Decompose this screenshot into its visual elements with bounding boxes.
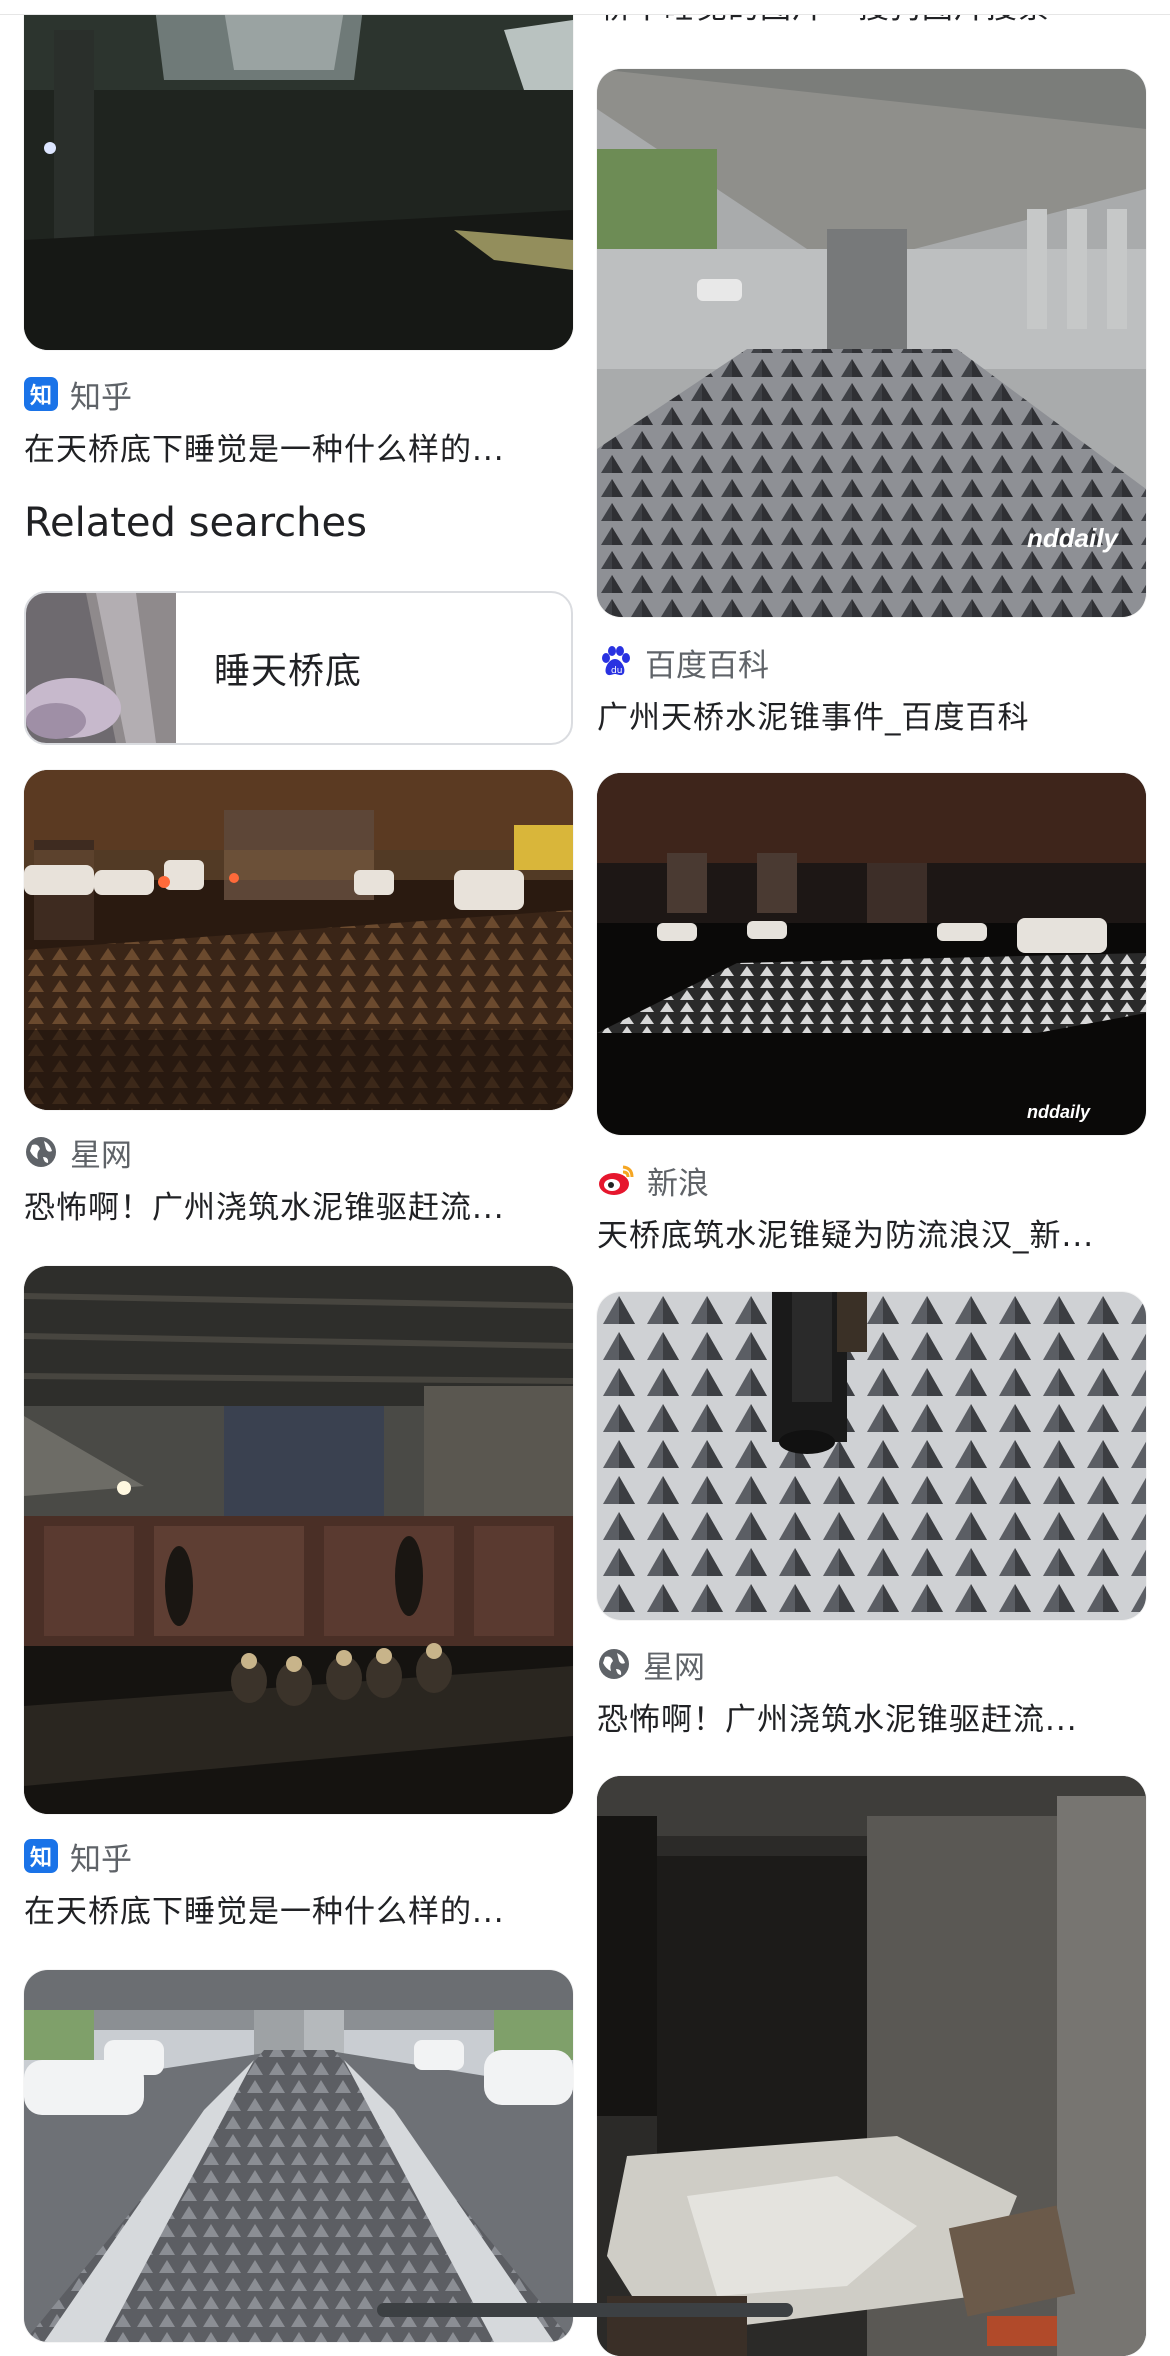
image-caption[interactable]: 天桥底筑水泥锥疑为防流浪汉_新... (597, 1210, 1146, 1255)
image-result-night-white-spikes[interactable]: nddaily (597, 773, 1146, 1135)
dark-shelter-photo (597, 1776, 1146, 2356)
image-caption[interactable]: 广州天桥水泥锥事件_百度百科 (597, 692, 1146, 737)
source-row[interactable]: 知 知乎 (24, 1834, 132, 1878)
source-row[interactable]: 星网 (24, 1130, 132, 1174)
globe-icon (599, 1649, 629, 1679)
underpass-people-photo (24, 1266, 573, 1814)
zhihu-icon: 知 (24, 377, 58, 411)
baidu-paw-icon: du (602, 646, 630, 676)
source-row[interactable]: 知 知乎 (24, 372, 132, 416)
image-caption[interactable]: 在天桥底下睡觉是一种什么样的... (24, 1886, 573, 1931)
bridge-spikes-photo: nddaily (597, 69, 1146, 617)
home-indicator[interactable] (377, 2303, 793, 2317)
source-name: 知乎 (70, 379, 132, 416)
related-thumbnail (26, 593, 176, 743)
image-caption[interactable]: 在天桥底下睡觉是一种什么样的... (24, 424, 573, 469)
source-name: 星网 (643, 1649, 705, 1686)
source-row[interactable]: 新浪 (597, 1158, 709, 1202)
svg-text:du: du (611, 666, 622, 676)
globe-icon (26, 1137, 56, 1167)
image-result-day-spikes-road[interactable] (24, 1970, 573, 2342)
source-name: 百度百科 (645, 647, 769, 684)
source-row[interactable]: du 百度百科 (597, 640, 769, 684)
related-searches-heading: Related searches (24, 500, 367, 546)
image-result-orange-spikes[interactable] (24, 770, 573, 1110)
night-spikes-photo (24, 770, 573, 1110)
top-edge (0, 0, 1170, 15)
weibo-icon (599, 1165, 634, 1195)
underpass-night-photo (24, 0, 573, 350)
related-search-chip[interactable]: 睡天桥底 (24, 591, 573, 745)
image-result-spikes-closeup[interactable] (597, 1292, 1146, 1620)
spikes-closeup-photo (597, 1292, 1146, 1620)
watermark: nddaily (1027, 523, 1120, 553)
day-spikes-photo (24, 1970, 573, 2342)
image-caption[interactable]: 恐怖啊！广州浇筑水泥锥驱赶流... (24, 1182, 573, 1227)
image-result-dark-underpass[interactable] (24, 0, 573, 350)
image-result-bridge-spikes[interactable]: nddaily (597, 69, 1146, 617)
image-result-dark-shelter[interactable] (597, 1776, 1146, 2356)
image-result-people-under-bridge[interactable] (24, 1266, 573, 1814)
source-name: 星网 (70, 1137, 132, 1174)
zhihu-icon: 知 (24, 1839, 58, 1873)
watermark: nddaily (1027, 1102, 1091, 1122)
image-caption[interactable]: 恐怖啊！广州浇筑水泥锥驱赶流... (597, 1694, 1146, 1739)
night-white-spikes-photo: nddaily (597, 773, 1146, 1135)
related-chip-label: 睡天桥底 (214, 651, 363, 692)
source-name: 知乎 (70, 1841, 132, 1878)
source-name: 新浪 (647, 1165, 709, 1202)
source-row[interactable]: 星网 (597, 1642, 705, 1686)
